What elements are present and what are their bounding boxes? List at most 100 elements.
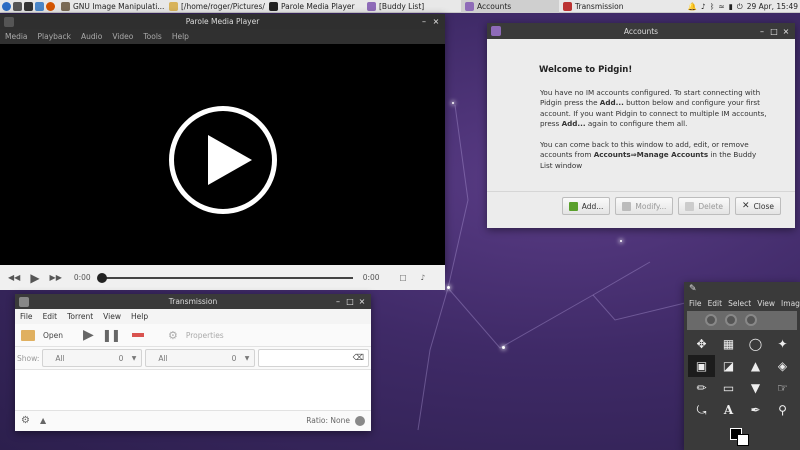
task-file-manager[interactable]: [/home/roger/Pictures/... bbox=[165, 0, 265, 13]
next-icon[interactable]: ▶▶ bbox=[50, 273, 62, 282]
menu-video[interactable]: Video bbox=[112, 32, 133, 41]
fg-bg-color-swatches[interactable] bbox=[728, 426, 754, 448]
power-icon[interactable]: ⏻ bbox=[737, 2, 743, 12]
ratio-label[interactable]: Ratio: None bbox=[306, 416, 350, 425]
lasso-tool-icon[interactable]: ◯ bbox=[742, 333, 769, 355]
maximize-icon[interactable]: □ bbox=[769, 27, 779, 36]
menu-audio[interactable]: Audio bbox=[81, 32, 102, 41]
close-icon[interactable]: × bbox=[357, 297, 367, 306]
menu-view[interactable]: View bbox=[757, 299, 775, 308]
ratio-toggle-icon[interactable] bbox=[355, 415, 365, 426]
eraser-tool-icon[interactable]: ▭ bbox=[715, 377, 742, 399]
volume-icon[interactable]: ♪ bbox=[421, 273, 426, 282]
transform-tool-icon[interactable]: ◪ bbox=[715, 355, 742, 377]
open-folder-icon[interactable] bbox=[21, 329, 35, 341]
notification-bell-icon[interactable]: 🔔 bbox=[688, 2, 697, 11]
menu-select[interactable]: Select bbox=[728, 299, 751, 308]
menu-help[interactable]: Help bbox=[131, 312, 148, 321]
bluetooth-icon[interactable]: ᛒ bbox=[710, 2, 715, 11]
activity-filter-select[interactable]: All 0 ▼ bbox=[42, 349, 143, 367]
gear-icon[interactable]: ⚙ bbox=[21, 415, 30, 426]
zoom-tool-icon[interactable]: ⚲ bbox=[769, 399, 796, 421]
big-play-icon[interactable] bbox=[169, 106, 277, 214]
window-controls: – □ × bbox=[333, 297, 371, 306]
clear-search-icon[interactable]: ⌫ bbox=[353, 353, 364, 362]
menu-edit[interactable]: Edit bbox=[708, 299, 723, 308]
search-input[interactable]: ⌫ bbox=[258, 349, 369, 367]
transmission-titlebar[interactable]: Transmission – □ × bbox=[15, 294, 371, 309]
task-transmission[interactable]: Transmission bbox=[559, 0, 657, 13]
warp-tool-icon[interactable]: ▲ bbox=[742, 355, 769, 377]
start-icon[interactable]: ▶ bbox=[83, 327, 94, 343]
delete-button[interactable]: Delete bbox=[678, 197, 731, 215]
menu-edit[interactable]: Edit bbox=[43, 312, 58, 321]
close-button[interactable]: ✕ Close bbox=[735, 197, 781, 215]
properties-label[interactable]: Properties bbox=[186, 331, 224, 340]
play-icon[interactable]: ▶ bbox=[30, 271, 39, 285]
menu-playback[interactable]: Playback bbox=[38, 32, 71, 41]
move-tool-icon[interactable]: ✥ bbox=[688, 333, 715, 355]
menu-file[interactable]: File bbox=[20, 312, 33, 321]
color-picker-tool-icon[interactable]: ✒ bbox=[742, 399, 769, 421]
parole-titlebar[interactable]: Parole Media Player – × bbox=[0, 14, 445, 29]
accounts-titlebar[interactable]: Accounts – □ × bbox=[487, 23, 795, 39]
maximize-icon[interactable]: □ bbox=[345, 297, 355, 306]
crop-tool-icon[interactable]: ▣ bbox=[688, 355, 715, 377]
pause-icon[interactable]: ❚❚ bbox=[102, 328, 121, 342]
close-icon[interactable]: × bbox=[781, 27, 791, 36]
menu-view[interactable]: View bbox=[103, 312, 121, 321]
task-buddy-list[interactable]: [Buddy List] bbox=[363, 0, 461, 13]
remove-icon[interactable] bbox=[131, 333, 144, 337]
show-label: Show: bbox=[17, 353, 40, 363]
background-color[interactable] bbox=[737, 434, 749, 446]
menu-tools[interactable]: Tools bbox=[143, 32, 161, 41]
minimize-icon[interactable]: – bbox=[333, 297, 343, 306]
fuzzy-select-tool-icon[interactable]: ✦ bbox=[769, 333, 796, 355]
browser-icon[interactable] bbox=[46, 1, 55, 11]
video-area[interactable] bbox=[0, 44, 445, 265]
gimp-titlebar[interactable]: ✎ bbox=[684, 282, 800, 296]
filter-count: 0 bbox=[118, 353, 124, 363]
modify-button[interactable]: Modify... bbox=[615, 197, 674, 215]
menu-torrent[interactable]: Torrent bbox=[67, 312, 93, 321]
volume-icon[interactable]: ♪ bbox=[701, 2, 706, 11]
open-label[interactable]: Open bbox=[43, 331, 63, 340]
wilber-drop-area[interactable] bbox=[687, 311, 797, 330]
clock[interactable]: 29 Apr, 15:49 bbox=[747, 2, 798, 11]
add-button[interactable]: Add... bbox=[561, 197, 611, 215]
pidgin-icon bbox=[491, 26, 501, 36]
show-desktop-icon[interactable] bbox=[13, 1, 22, 11]
menu-help[interactable]: Help bbox=[172, 32, 189, 41]
path-tool-icon[interactable]: ⤿ bbox=[688, 399, 715, 421]
rect-select-tool-icon[interactable]: ▦ bbox=[715, 333, 742, 355]
wilber-eye bbox=[725, 314, 737, 326]
text-tool-icon[interactable]: A bbox=[715, 399, 742, 421]
seek-bar[interactable] bbox=[96, 272, 353, 283]
task-gimp[interactable]: GNU Image Manipulati... bbox=[57, 0, 165, 13]
minimize-icon[interactable]: – bbox=[757, 27, 767, 36]
menu-file[interactable]: File bbox=[689, 299, 702, 308]
smudge-tool-icon[interactable]: ☞ bbox=[769, 377, 796, 399]
turtle-icon[interactable]: ▲ bbox=[40, 416, 46, 425]
previous-icon[interactable]: ◀◀ bbox=[8, 273, 20, 282]
app-menu-icon[interactable] bbox=[2, 1, 11, 11]
bucket-fill-tool-icon[interactable]: ◈ bbox=[769, 355, 796, 377]
minimize-icon[interactable]: – bbox=[419, 17, 429, 26]
battery-icon[interactable]: ▮ bbox=[729, 2, 733, 11]
seek-handle[interactable] bbox=[96, 272, 107, 283]
file-manager-icon[interactable] bbox=[35, 1, 44, 11]
task-parole[interactable]: Parole Media Player bbox=[265, 0, 363, 13]
wifi-icon[interactable]: ≈ bbox=[718, 2, 724, 11]
close-icon[interactable]: × bbox=[431, 17, 441, 26]
terminal-icon[interactable] bbox=[24, 1, 33, 11]
menu-image[interactable]: Image bbox=[781, 299, 800, 308]
properties-icon[interactable]: ⚙ bbox=[168, 329, 178, 342]
clone-tool-icon[interactable]: ▼ bbox=[742, 377, 769, 399]
paintbrush-tool-icon[interactable]: ✏ bbox=[688, 377, 715, 399]
tracker-filter-select[interactable]: All 0 ▼ bbox=[145, 349, 256, 367]
menu-media[interactable]: Media bbox=[5, 32, 28, 41]
parole-menubar: Media Playback Audio Video Tools Help bbox=[0, 29, 445, 44]
task-accounts[interactable]: Accounts bbox=[461, 0, 559, 13]
fullscreen-icon[interactable]: □ bbox=[400, 273, 407, 282]
torrent-list[interactable] bbox=[15, 370, 371, 411]
